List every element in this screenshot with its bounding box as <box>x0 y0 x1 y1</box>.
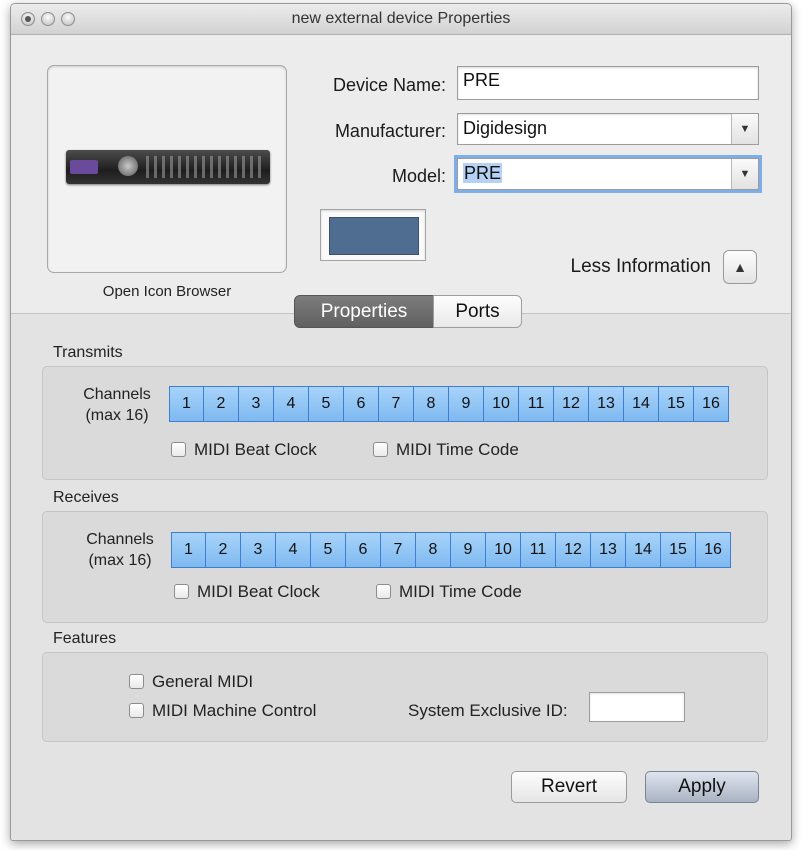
transmit-time-code-checkbox[interactable]: MIDI Time Code <box>373 440 519 460</box>
receive-channel-13[interactable]: 13 <box>591 532 626 568</box>
receive-channel-12[interactable]: 12 <box>556 532 591 568</box>
receive-channel-14[interactable]: 14 <box>626 532 661 568</box>
title-bar: new external device Properties <box>11 4 791 35</box>
general-midi-label: General MIDI <box>152 672 254 691</box>
manufacturer-label: Manufacturer: <box>334 121 446 141</box>
less-information-label: Less Information <box>570 256 711 277</box>
receive-beat-clock-label: MIDI Beat Clock <box>197 582 320 601</box>
sysex-id-field[interactable] <box>589 692 685 722</box>
chevron-down-icon[interactable]: ▼ <box>731 114 758 144</box>
receive-time-code-checkbox[interactable]: MIDI Time Code <box>376 582 522 602</box>
transmit-channel-11[interactable]: 11 <box>519 386 554 422</box>
receive-beat-clock-checkbox[interactable]: MIDI Beat Clock <box>174 582 320 602</box>
features-title: Features <box>53 630 117 647</box>
device-color-swatch <box>329 217 419 255</box>
receive-channel-4[interactable]: 4 <box>276 532 311 568</box>
device-image <box>66 150 270 184</box>
transmit-channel-5[interactable]: 5 <box>309 386 344 422</box>
receive-channel-8[interactable]: 8 <box>416 532 451 568</box>
transmit-channel-12[interactable]: 12 <box>554 386 589 422</box>
model-value: PRE <box>463 163 503 183</box>
receive-channel-2[interactable]: 2 <box>206 532 241 568</box>
open-icon-browser-label[interactable]: Open Icon Browser <box>47 283 287 300</box>
transmit-channel-4[interactable]: 4 <box>274 386 309 422</box>
checkbox-icon[interactable] <box>129 703 144 718</box>
receives-channels-label: Channels (max 16) <box>70 529 170 571</box>
model-label: Model: <box>391 166 446 186</box>
checkbox-icon[interactable] <box>373 442 388 457</box>
manufacturer-value: Digidesign <box>463 118 548 138</box>
transmits-channel-selector: 1 2 3 4 5 6 7 8 9 10 11 12 13 14 15 16 <box>169 386 729 422</box>
receives-channel-selector: 1 2 3 4 5 6 7 8 9 10 11 12 13 14 15 16 <box>171 532 731 568</box>
receives-title: Receives <box>53 489 119 506</box>
brand-logo-icon <box>70 160 98 174</box>
checkbox-icon[interactable] <box>129 674 144 689</box>
transmit-channel-8[interactable]: 8 <box>414 386 449 422</box>
chevron-down-icon[interactable]: ▼ <box>731 159 758 189</box>
color-well[interactable] <box>320 209 426 261</box>
channels-label-line2: (max 16) <box>85 407 149 424</box>
receive-channel-11[interactable]: 11 <box>521 532 556 568</box>
sysex-id-label: System Exclusive ID: <box>408 701 568 720</box>
receive-channel-16[interactable]: 16 <box>696 532 731 568</box>
receive-channel-6[interactable]: 6 <box>346 532 381 568</box>
receive-channel-7[interactable]: 7 <box>381 532 416 568</box>
transmit-channel-13[interactable]: 13 <box>589 386 624 422</box>
device-header-panel: Open Icon Browser Device Name: PRE Manuf… <box>11 35 791 313</box>
receive-channel-1[interactable]: 1 <box>171 532 206 568</box>
machine-control-checkbox[interactable]: MIDI Machine Control <box>129 701 316 721</box>
transmit-channel-6[interactable]: 6 <box>344 386 379 422</box>
model-value-wrap: PRE <box>463 163 503 184</box>
apply-button[interactable]: Apply <box>645 771 759 803</box>
tab-properties[interactable]: Properties <box>294 295 434 328</box>
device-icon-well[interactable] <box>47 65 287 273</box>
receive-channel-9[interactable]: 9 <box>451 532 486 568</box>
receive-time-code-label: MIDI Time Code <box>399 582 522 601</box>
transmits-group: Channels (max 16) 1 2 3 4 5 6 7 8 9 10 1… <box>42 366 768 480</box>
transmit-channel-14[interactable]: 14 <box>624 386 659 422</box>
transmit-beat-clock-checkbox[interactable]: MIDI Beat Clock <box>171 440 317 460</box>
transmit-channel-9[interactable]: 9 <box>449 386 484 422</box>
transmit-channel-2[interactable]: 2 <box>204 386 239 422</box>
properties-window: new external device Properties Open Icon… <box>10 3 792 841</box>
channels-label-line2: (max 16) <box>88 552 152 569</box>
transmit-time-code-label: MIDI Time Code <box>396 440 519 459</box>
transmit-channel-1[interactable]: 1 <box>169 386 204 422</box>
receive-channel-5[interactable]: 5 <box>311 532 346 568</box>
channels-label-line1: Channels <box>83 386 151 403</box>
checkbox-icon[interactable] <box>174 584 189 599</box>
receives-group: Channels (max 16) 1 2 3 4 5 6 7 8 9 10 1… <box>42 511 768 623</box>
transmit-channel-16[interactable]: 16 <box>694 386 729 422</box>
device-name-field[interactable]: PRE <box>457 66 759 100</box>
knob-icon <box>118 156 138 176</box>
revert-button[interactable]: Revert <box>511 771 627 803</box>
transmits-title: Transmits <box>53 344 123 361</box>
checkbox-icon[interactable] <box>376 584 391 599</box>
triangle-up-icon: ▲ <box>733 259 747 275</box>
machine-control-label: MIDI Machine Control <box>152 701 317 720</box>
checkbox-icon[interactable] <box>171 442 186 457</box>
transmit-channel-15[interactable]: 15 <box>659 386 694 422</box>
receive-channel-3[interactable]: 3 <box>241 532 276 568</box>
receive-channel-15[interactable]: 15 <box>661 532 696 568</box>
transmit-channel-10[interactable]: 10 <box>484 386 519 422</box>
receive-channel-10[interactable]: 10 <box>486 532 521 568</box>
led-meter-icon <box>146 156 264 178</box>
tab-ports[interactable]: Ports <box>433 295 522 328</box>
channels-label-line1: Channels <box>86 531 154 548</box>
window-title: new external device Properties <box>291 10 511 27</box>
manufacturer-combo[interactable]: Digidesign ▼ <box>457 113 759 145</box>
less-information-button[interactable]: ▲ <box>723 250 757 284</box>
transmit-beat-clock-label: MIDI Beat Clock <box>194 440 317 459</box>
transmits-channels-label: Channels (max 16) <box>67 384 167 426</box>
properties-panel: Transmits Channels (max 16) 1 2 3 4 5 6 … <box>11 313 791 840</box>
general-midi-checkbox[interactable]: General MIDI <box>129 672 253 692</box>
device-name-label: Device Name: <box>332 75 446 95</box>
model-combo[interactable]: PRE ▼ <box>457 158 759 190</box>
transmit-channel-3[interactable]: 3 <box>239 386 274 422</box>
transmit-channel-7[interactable]: 7 <box>379 386 414 422</box>
